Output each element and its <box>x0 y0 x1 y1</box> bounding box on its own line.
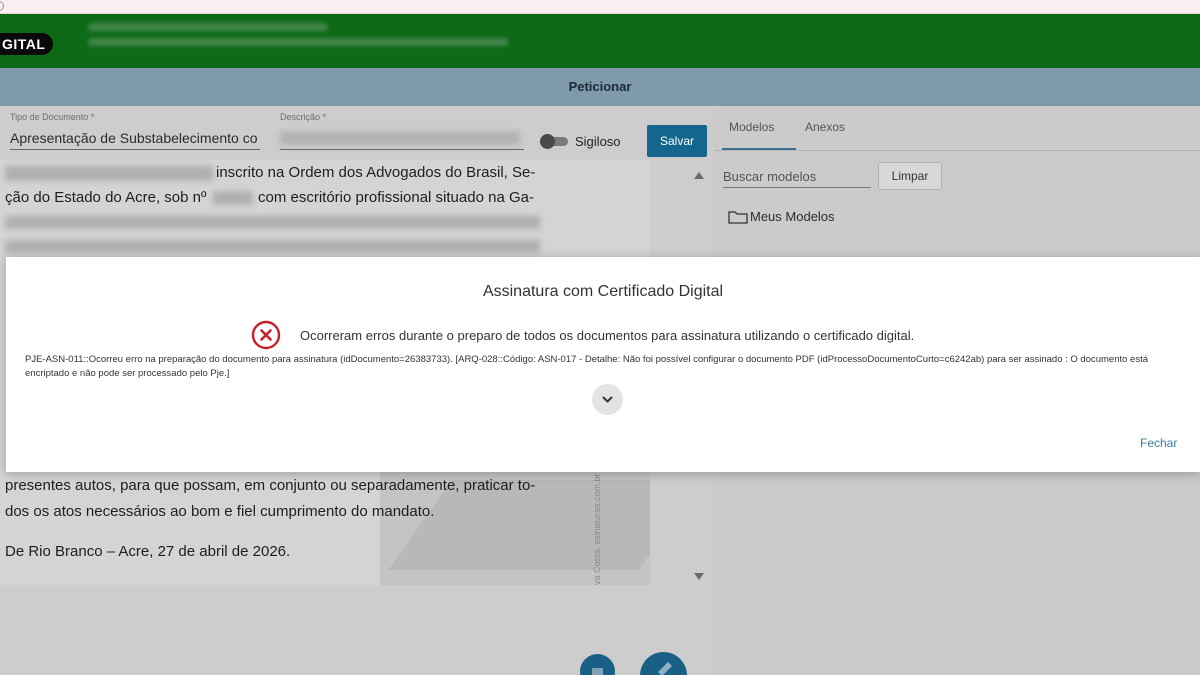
tab-modelos[interactable]: Modelos <box>729 120 774 134</box>
folder-meus-modelos[interactable]: Meus Modelos <box>728 209 835 224</box>
pen-icon <box>658 662 672 675</box>
document-line: com escritório profissional situado na G… <box>258 189 534 206</box>
document-line: inscrito na Ordem dos Advogados do Brasi… <box>216 164 536 181</box>
app-header: GITAL <box>0 14 1200 68</box>
sigiloso-label: Sigiloso <box>575 134 621 149</box>
brand-logo: GITAL <box>0 33 54 55</box>
document-line: presentes autos, para que possam, em con… <box>5 477 536 494</box>
document-line: De Rio Branco – Acre, 27 de abril de 202… <box>5 543 291 560</box>
descricao-underline <box>280 149 524 150</box>
watermark-text: va Costa, ssinaturas.com.br e utiliz <box>592 460 602 585</box>
chevron-down-icon <box>602 396 613 403</box>
tab-anexos[interactable]: Anexos <box>805 120 845 134</box>
folder-label: Meus Modelos <box>750 209 835 224</box>
dialog-title: Assinatura com Certificado Digital <box>482 283 724 300</box>
descricao-label: Descrição * <box>280 112 327 122</box>
folder-icon <box>728 210 748 224</box>
scroll-up-icon[interactable] <box>694 172 704 179</box>
error-message: Ocorreram erros durante o preparo de tod… <box>300 328 915 343</box>
page-title: Peticionar <box>0 68 1200 106</box>
header-redacted-line <box>88 38 508 46</box>
document-line: ção do Estado do Acre, sob nº <box>5 189 207 206</box>
expand-details-button[interactable] <box>592 384 623 415</box>
buscar-modelos-input[interactable] <box>723 166 871 188</box>
browser-strip <box>0 0 1200 14</box>
strip-circle-icon <box>0 1 4 11</box>
sigiloso-toggle[interactable] <box>540 134 570 149</box>
redacted-text <box>5 166 213 181</box>
tipo-documento-label: Tipo de Documento * <box>10 112 95 122</box>
salvar-button[interactable]: Salvar <box>647 125 707 157</box>
trash-icon <box>592 668 603 675</box>
error-circle-icon <box>251 320 281 350</box>
edit-button[interactable] <box>640 652 687 675</box>
descricao-field[interactable] <box>280 131 520 145</box>
tipo-documento-underline <box>10 149 260 150</box>
tipo-documento-select[interactable]: Apresentação de Substabelecimento co <box>10 130 258 146</box>
redacted-text <box>5 216 540 229</box>
limpar-button[interactable]: Limpar <box>878 162 942 190</box>
redacted-text <box>213 191 253 205</box>
signature-error-dialog: Assinatura com Certificado Digital Ocorr… <box>6 257 1200 472</box>
header-redacted-line <box>88 23 328 31</box>
redacted-text <box>5 240 540 253</box>
document-line: dos os atos necessários ao bom e fiel cu… <box>5 503 435 520</box>
scroll-down-icon[interactable] <box>694 573 704 580</box>
toggle-knob <box>540 134 555 149</box>
tabs-divider <box>714 150 1200 151</box>
fechar-button[interactable]: Fechar <box>1140 436 1177 450</box>
error-detail: PJE-ASN-011::Ocorreu erro na preparação … <box>25 354 1149 379</box>
delete-button[interactable] <box>580 654 615 675</box>
